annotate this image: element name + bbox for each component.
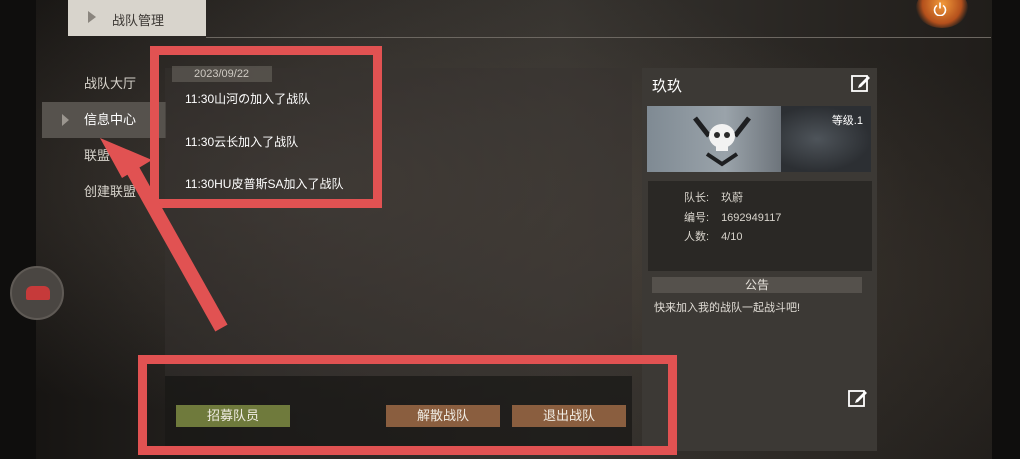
annotation-arrow xyxy=(100,138,228,332)
